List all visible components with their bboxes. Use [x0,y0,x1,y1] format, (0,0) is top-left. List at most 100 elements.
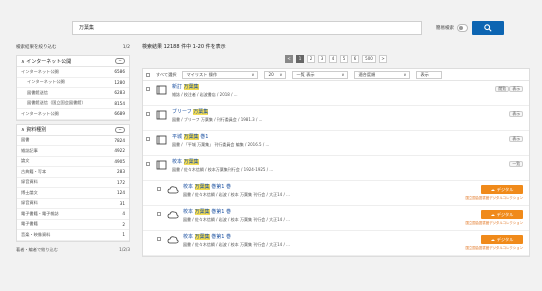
facet-row-label: 電子書籍・電子雑誌 [21,210,59,216]
digital-button[interactable]: ☁ デジタル [481,210,523,219]
digital-button[interactable]: ☁ デジタル [481,185,523,194]
item-checkbox[interactable] [146,87,150,91]
pager-page[interactable]: 1 [296,55,304,63]
item-checkbox[interactable] [157,212,161,216]
facet-row-label: 雑誌記事 [21,147,38,153]
facet-row[interactable]: インターネット公開 6689 [17,109,129,120]
item-meta: 雑誌 / 校注者 / 岩波書店 / 2018 / ... [172,92,238,97]
main-content: 検索結果 12188 件中 1-20 件を表示 < 1 2 3 4 5 6 50… [142,42,530,257]
facet-row[interactable]: 電子書籍 2 [17,220,129,230]
search-mode-label: 簡易検索 [436,26,454,31]
item-tag-button[interactable]: 表示 [509,86,523,92]
item-checkbox[interactable] [146,112,150,116]
cloud-icon: ☁ [490,187,495,192]
pager-page[interactable]: 3 [318,55,326,63]
facet-row-label: 電子書籍 [21,221,38,227]
facet-row[interactable]: 雑誌記事 4922 [17,146,129,157]
chevron-down-icon: ∨ [403,71,407,77]
per-page-select[interactable]: 20 ∨ [264,70,287,79]
facet-row-label: 博士論文 [21,189,38,195]
facet-row-label: 図書館送信 [27,89,48,95]
select-all-checkbox[interactable] [146,72,150,77]
facet-row-count: 6586 [114,69,125,75]
author-filter-row[interactable]: 著者・編者で絞り込む 1/2/3 [16,245,130,255]
pager-page[interactable]: 6 [351,55,359,63]
sort-order-value: 適合度順 [358,71,376,77]
item-title[interactable]: 校本 万葉集 巻第1 巻 [183,209,526,216]
sidebar: 検索結果を絞り込む 1/2 ∧ インターネット公開 − インターネット公開 658… [16,42,130,255]
facet-row[interactable]: 図書館送信 6283 [17,88,129,99]
item-checkbox[interactable] [146,162,150,166]
digital-button-label: デジタル [496,186,514,192]
item-title[interactable]: 校本 万葉集 [172,159,526,166]
chevron-down-icon: ∨ [279,71,283,77]
chevron-up-icon: ∧ インターネット公開 [21,58,72,65]
pager-page[interactable]: 4 [329,55,337,63]
item-title[interactable]: 校本 万葉集 巻第1 巻 [183,184,526,191]
facet-row[interactable]: 古典籍・写本 283 [17,167,129,178]
digital-note: 国立国会図書館デジタルコレクション [465,221,523,225]
search-highlight: 万葉集 [193,109,209,115]
pager-page[interactable]: 500 [362,55,376,63]
per-page-value: 20 [268,71,274,77]
display-button[interactable]: 表示 [416,70,443,79]
facet-row[interactable]: インターネット公開 1280 [17,78,129,88]
result-item: ブリーフ 万葉集 図書 / ブリーフ 万葉集 / 刊行委員会 / 1981.3 … [143,106,529,131]
narrow-count[interactable]: 1/2 [123,45,130,50]
facet-toggle-button[interactable]: − [115,126,125,133]
result-item: 校本 万葉集 巻第1 巻 図書 / 佐々木信綱 / 岩波 / 校本 万葉集 刊行… [143,231,529,256]
item-title[interactable]: 平城 万葉集 巻1 [172,134,526,141]
digital-button-label: デジタル [496,236,514,242]
item-body: 校本 万葉集 図書 / 佐々木信綱 / 校本万葉集刊行会 / 1924-1925… [172,159,526,177]
facet-row[interactable]: インターネット公開 6586 [17,67,129,78]
item-title[interactable]: ブリーフ 万葉集 [172,109,526,116]
facet-row[interactable]: 録音資料 31 [17,199,129,209]
facet-row[interactable]: 図書 7824 [17,136,129,146]
facet-row[interactable]: 音楽・映像資料 1 [17,230,129,241]
item-checkbox[interactable] [157,187,161,191]
item-tag-button[interactable]: 表示 [509,111,523,117]
facet-row-count: 6689 [114,111,125,117]
item-title[interactable]: 校本 万葉集 巻第1 巻 [183,234,526,241]
search-input[interactable]: 万葉集 [72,21,422,35]
item-checkbox[interactable] [146,137,150,141]
author-filter-label: 著者・編者で絞り込む [16,246,58,252]
list-toolbar: すべて選択 マイリスト 操作 ∨ 20 ∨ 一覧 表示 ∨ 適合度順 ∨ 表示 [143,69,529,81]
cloud-icon [167,236,179,244]
result-item: 平城 万葉集 巻1 図書 / 「平城 万葉集」 刊行委員会 編集 / 2016.… [143,131,529,156]
facet-row[interactable]: 論文 4905 [17,157,129,167]
facet-row-label: 図書 [21,137,30,143]
pager-next[interactable]: > [379,55,387,63]
search-button[interactable] [472,21,504,35]
facet-online-header[interactable]: ∧ インターネット公開 − [17,56,129,67]
digital-button[interactable]: ☁ デジタル [481,235,523,244]
item-view-button[interactable]: 閲覧 [495,86,509,92]
sort-order-select[interactable]: 適合度順 ∨ [354,70,411,79]
pagination: < 1 2 3 4 5 6 500 > [142,55,530,64]
item-checkbox[interactable] [157,237,161,241]
book-icon [156,135,167,145]
author-filter-count: 1/2/3 [119,247,130,252]
facet-row[interactable]: 電子書籍・電子雑誌 4 [17,209,129,220]
item-tag-button[interactable]: 一覧 [509,161,523,167]
item-title[interactable]: 新訂 万葉集 [172,84,526,91]
facet-row[interactable]: 録音資料 172 [17,178,129,188]
facet-row[interactable]: 図書館送信（国立国会図書館） 8154 [17,99,129,109]
facet-row-label: 音楽・映像資料 [21,231,51,237]
facet-material-header[interactable]: ∧ 資料種別 − [17,125,129,136]
pager-page[interactable]: 2 [307,55,315,63]
search-mode-toggle[interactable] [457,24,468,32]
mylist-select-value: マイリスト 操作 [186,71,218,77]
facet-row[interactable]: 博士論文 124 [17,188,129,199]
facet-toggle-button[interactable]: − [115,58,125,64]
item-tag-button[interactable]: 表示 [509,136,523,142]
pager-page[interactable]: 5 [340,55,348,63]
search-highlight: 万葉集 [194,184,210,190]
narrow-label: 検索結果を絞り込む [16,45,57,50]
pager-prev[interactable]: < [285,55,293,63]
result-list: すべて選択 マイリスト 操作 ∨ 20 ∨ 一覧 表示 ∨ 適合度順 ∨ 表示 新訂 万… [142,68,530,257]
view-mode-select[interactable]: 一覧 表示 ∨ [292,70,349,79]
display-button-label: 表示 [420,71,429,77]
cloud-icon: ☁ [490,212,495,217]
mylist-select[interactable]: マイリスト 操作 ∨ [182,70,259,79]
